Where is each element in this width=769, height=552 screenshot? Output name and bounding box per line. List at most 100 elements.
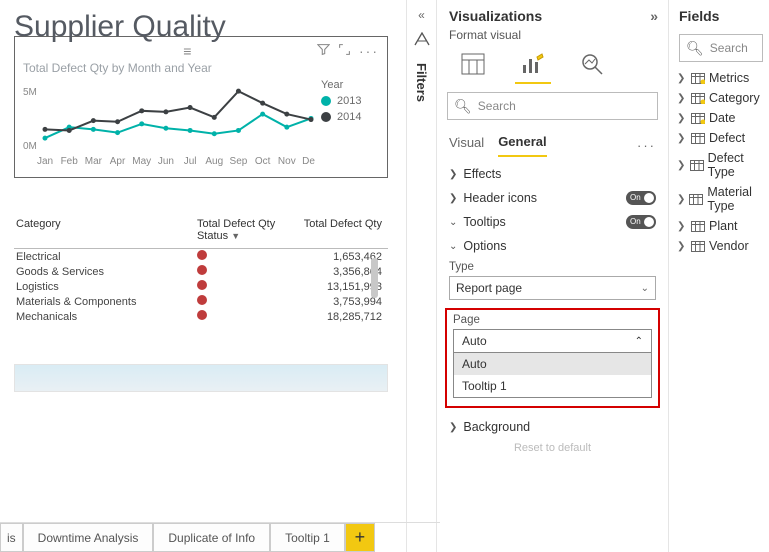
format-visual-label: Format visual	[437, 28, 668, 48]
field-label: Defect Type	[708, 151, 765, 179]
chevron-down-icon: ⌄	[449, 241, 457, 252]
section-options[interactable]: ⌄Options	[449, 239, 656, 253]
chevron-right-icon: ❯	[677, 73, 687, 84]
status-dot-icon	[197, 310, 207, 320]
type-label: Type	[449, 261, 656, 273]
field-label: Defect	[709, 131, 745, 145]
option-tooltip1[interactable]: Tooltip 1	[454, 375, 651, 397]
filter-icon[interactable]	[317, 43, 330, 59]
table-row[interactable]: Materials & Components3,753,994	[14, 294, 388, 309]
column-header[interactable]: Category	[14, 216, 195, 249]
tooltip-type-select[interactable]: Report page⌄	[449, 276, 656, 300]
table-icon	[691, 221, 705, 232]
fields-search-input[interactable]: 🔍︎ Search	[679, 34, 763, 62]
legend-title: Year	[321, 79, 361, 91]
chevron-down-icon: ⌄	[449, 217, 457, 228]
table-row[interactable]: Logistics13,151,993	[14, 279, 388, 294]
svg-text:May: May	[132, 156, 151, 167]
field-table-date[interactable]: ❯Date	[677, 108, 765, 128]
fields-title: Fields	[679, 8, 719, 24]
map-visual[interactable]	[14, 364, 388, 392]
analytics-icon[interactable]	[575, 52, 611, 84]
table-icon	[691, 113, 705, 124]
svg-text:Oct: Oct	[255, 156, 271, 167]
section-header-icons[interactable]: ❯Header icons On	[449, 191, 656, 205]
more-options-icon[interactable]: ···	[637, 138, 656, 153]
line-chart-visual[interactable]: ≡ ··· Total Defect Qty by Month and Year…	[14, 36, 388, 178]
section-tooltips[interactable]: ⌄Tooltips On	[449, 215, 656, 229]
more-options-icon[interactable]: ···	[359, 43, 379, 59]
page-tab-tooltip1[interactable]: Tooltip 1	[270, 523, 345, 552]
legend-label: 2013	[337, 95, 361, 107]
chevron-right-icon: ❯	[677, 241, 687, 252]
field-table-plant[interactable]: ❯Plant	[677, 216, 765, 236]
legend-item-2014[interactable]: 2014	[321, 111, 361, 123]
chevron-right-icon: ❯	[677, 194, 685, 205]
field-table-defect-type[interactable]: ❯ Defect Type	[677, 148, 765, 182]
field-table-category[interactable]: ❯ Category	[677, 88, 765, 108]
table-row[interactable]: Electrical1,653,462	[14, 249, 388, 265]
legend-item-2013[interactable]: 2013	[321, 95, 361, 107]
tab-visual[interactable]: Visual	[449, 135, 484, 156]
chevron-right-icon: ❯	[449, 193, 457, 204]
field-label: Vendor	[709, 239, 749, 253]
page-label: Page	[453, 314, 652, 326]
chevron-right-icon: ❯	[449, 422, 457, 433]
sort-desc-icon[interactable]: ▼	[231, 231, 240, 241]
option-auto[interactable]: Auto	[454, 353, 651, 375]
page-tabs: is Downtime Analysis Duplicate of Info T…	[0, 522, 440, 552]
format-search-input[interactable]: 🔍︎ Search	[447, 92, 658, 120]
svg-text:Nov: Nov	[278, 156, 296, 167]
field-table-metrics[interactable]: ❯Metrics	[677, 68, 765, 88]
build-visual-icon[interactable]	[455, 52, 491, 84]
page-tab-downtime[interactable]: Downtime Analysis	[23, 523, 154, 552]
field-label: Material Type	[707, 185, 765, 213]
scrollbar-thumb[interactable]	[371, 258, 378, 298]
tooltip-page-options: Auto Tooltip 1	[453, 353, 652, 398]
svg-text:Mar: Mar	[85, 156, 103, 167]
reset-to-default[interactable]: Reset to default	[437, 442, 668, 454]
expand-chevron-icon[interactable]: »	[650, 8, 658, 24]
chevron-right-icon: ❯	[677, 160, 686, 171]
field-table-vendor[interactable]: ❯ Vendor	[677, 236, 765, 256]
y-tick-label: 5M	[23, 87, 37, 98]
table-icon	[691, 93, 705, 104]
svg-text:Jun: Jun	[158, 156, 174, 167]
chevron-right-icon: ❯	[677, 93, 687, 104]
section-effects[interactable]: ❯Effects	[449, 167, 656, 181]
table-icon	[689, 194, 703, 205]
add-page-button[interactable]: +	[345, 523, 375, 552]
header-icons-toggle[interactable]: On	[626, 191, 656, 205]
drag-handle-icon[interactable]: ≡	[183, 43, 193, 59]
search-placeholder: Search	[478, 99, 516, 113]
field-label: Category	[709, 91, 760, 105]
page-tab-truncated[interactable]: is	[0, 523, 23, 552]
chevron-down-icon: ⌄	[641, 283, 649, 294]
tooltips-toggle[interactable]: On	[626, 215, 656, 229]
svg-text:Feb: Feb	[61, 156, 79, 167]
tooltip-page-select[interactable]: Auto⌃	[453, 329, 652, 353]
search-icon: 🔍︎	[686, 40, 704, 57]
show-pane-icon[interactable]	[414, 32, 430, 49]
section-background[interactable]: ❯Background	[449, 420, 656, 434]
svg-text:Dec: Dec	[302, 156, 315, 167]
chart-plot-area[interactable]: 5M 0M JanFebMarAprMayJunJulAugSepOctNovD…	[23, 79, 315, 169]
chevron-up-icon: ⌃	[635, 336, 643, 347]
tab-general[interactable]: General	[498, 134, 546, 157]
page-tab-duplicate[interactable]: Duplicate of Info	[153, 523, 270, 552]
field-table-material-type[interactable]: ❯ Material Type	[677, 182, 765, 216]
filters-pane-label[interactable]: Filters	[414, 63, 429, 102]
svg-text:Aug: Aug	[205, 156, 223, 167]
focus-mode-icon[interactable]	[338, 43, 351, 59]
table-row[interactable]: Mechanicals18,285,712	[14, 309, 388, 324]
table-row[interactable]: Goods & Services3,356,864	[14, 264, 388, 279]
field-label: Plant	[709, 219, 738, 233]
format-visual-icon[interactable]	[515, 52, 551, 84]
table-icon	[691, 73, 705, 84]
column-header[interactable]: Total Defect Qty	[291, 216, 388, 249]
status-dot-icon	[197, 295, 207, 305]
field-table-defect[interactable]: ❯Defect	[677, 128, 765, 148]
column-header[interactable]: Total Defect Qty Status ▼	[195, 216, 292, 249]
category-table-visual[interactable]: Category Total Defect Qty Status ▼ Total…	[14, 216, 388, 324]
collapse-chevron-icon[interactable]: «	[418, 8, 425, 22]
